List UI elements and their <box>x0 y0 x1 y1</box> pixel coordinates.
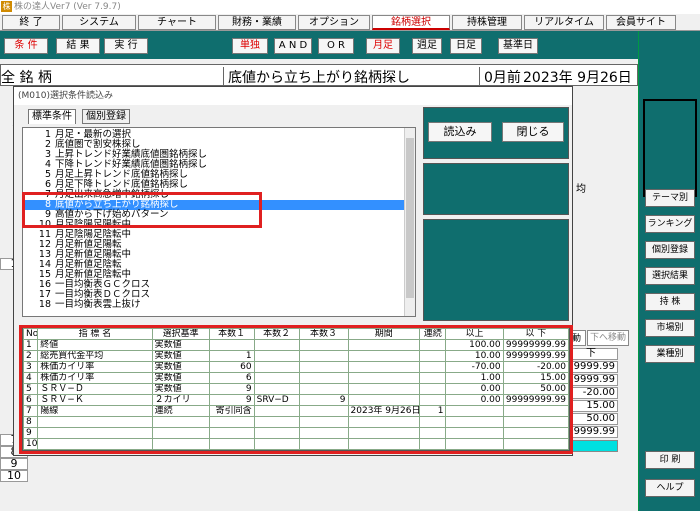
theme-button[interactable]: テーマ別 <box>645 189 695 207</box>
menu-system[interactable]: システム <box>62 15 136 30</box>
or-button[interactable]: O R <box>318 38 354 54</box>
button-panel: 読込み 閉じる <box>423 107 569 159</box>
dialog-title: (M010)選択条件読込み <box>14 87 572 105</box>
menu-stock-selection[interactable]: 銘柄選択 <box>372 15 450 30</box>
individual-register-button[interactable]: 個別登録 <box>645 241 695 259</box>
info-box <box>643 99 697 197</box>
bg-highlight-cell <box>566 440 618 452</box>
bg-col-header: 下 <box>566 348 618 360</box>
highlight-box <box>19 325 573 454</box>
bg-value: 15.00 <box>566 400 618 412</box>
months-ago: 0月前 <box>479 67 521 87</box>
bg-marker: 均 <box>576 184 586 195</box>
execute-button[interactable]: 実 行 <box>104 38 148 54</box>
menu-bar: 終 了 システム チャート 財務・業績 オプション 銘柄選択 持株管理 リアルタ… <box>0 14 700 31</box>
holdings-button[interactable]: 持 株 <box>645 293 695 311</box>
close-button[interactable]: 閉じる <box>502 122 564 142</box>
tab-standard[interactable]: 標準条件 <box>28 109 76 124</box>
industry-button[interactable]: 業種別 <box>645 345 695 363</box>
list-scrollbar[interactable] <box>404 128 415 316</box>
bg-value: 9999.99 <box>566 426 618 438</box>
menu-exit[interactable]: 終 了 <box>2 15 60 30</box>
bg-value: 50.00 <box>566 413 618 425</box>
window-title: 株の達人Ver7 (Ver 7.9.7) <box>14 2 121 12</box>
menu-options[interactable]: オプション <box>298 15 370 30</box>
info-panel <box>423 163 569 215</box>
help-button[interactable]: ヘルプ <box>645 479 695 497</box>
and-button[interactable]: A N D <box>274 38 312 54</box>
menu-financial[interactable]: 財務・業績 <box>218 15 296 30</box>
monthly-button[interactable]: 月足 <box>366 38 400 54</box>
result-button[interactable]: 結 果 <box>56 38 100 54</box>
load-button[interactable]: 読込み <box>428 122 492 142</box>
list-item-number: 18 <box>38 299 51 310</box>
bg-value: 9999.99 <box>566 374 618 386</box>
menu-holdings[interactable]: 持株管理 <box>452 15 522 30</box>
bg-value: -20.00 <box>566 387 618 399</box>
condition-load-dialog: (M010)選択条件読込み 標準条件 個別登録 1 月足・最新の選択 2 底値圏で割安… <box>13 86 573 456</box>
single-button[interactable]: 単独 <box>232 38 268 54</box>
header-bar: 全 銘 柄 底値から立ち上がり銘柄探し 0月前 2023年 9月26日 <box>0 64 638 87</box>
move-down-button[interactable]: 下へ移動 <box>587 330 629 346</box>
list-item-label: 一目均衡表雲上抜け <box>55 299 141 310</box>
tab-individual[interactable]: 個別登録 <box>82 109 130 124</box>
bg-value: 9999.99 <box>566 361 618 373</box>
bg-row-number: 10 <box>0 470 28 482</box>
menu-chart[interactable]: チャート <box>138 15 216 30</box>
scrollbar-thumb[interactable] <box>406 138 414 298</box>
menu-member-site[interactable]: 会員サイト <box>606 15 676 30</box>
menu-realtime[interactable]: リアルタイム <box>524 15 604 30</box>
condition-button[interactable]: 条 件 <box>4 38 48 54</box>
info-panel <box>423 219 569 321</box>
condition-list-item[interactable]: 18 一目均衡表雲上抜け <box>23 300 405 310</box>
selection-result-button[interactable]: 選択結果 <box>645 267 695 285</box>
daily-button[interactable]: 日足 <box>450 38 482 54</box>
header-date: 2023年 9月26日 <box>523 70 632 86</box>
ranking-button[interactable]: ランキング <box>645 215 695 233</box>
all-stocks-label: 全 銘 柄 <box>1 70 52 86</box>
market-button[interactable]: 市場別 <box>645 319 695 337</box>
title-bar: 株株の達人Ver7 (Ver 7.9.7) <box>0 0 700 14</box>
highlight-box <box>22 192 262 228</box>
toolbar: 条 件 結 果 実 行 単独 A N D O R 月足 週足 日足 基準日 <box>0 31 638 59</box>
base-date-button[interactable]: 基準日 <box>498 38 538 54</box>
right-panel: テーマ別 ランキング 個別登録 選択結果 持 株 市場別 業種別 印 刷 ヘルプ <box>638 31 700 511</box>
app-logo-icon: 株 <box>1 1 12 12</box>
weekly-button[interactable]: 週足 <box>412 38 442 54</box>
search-title: 底値から立ち上がり銘柄探し <box>223 67 410 87</box>
print-button[interactable]: 印 刷 <box>645 451 695 469</box>
